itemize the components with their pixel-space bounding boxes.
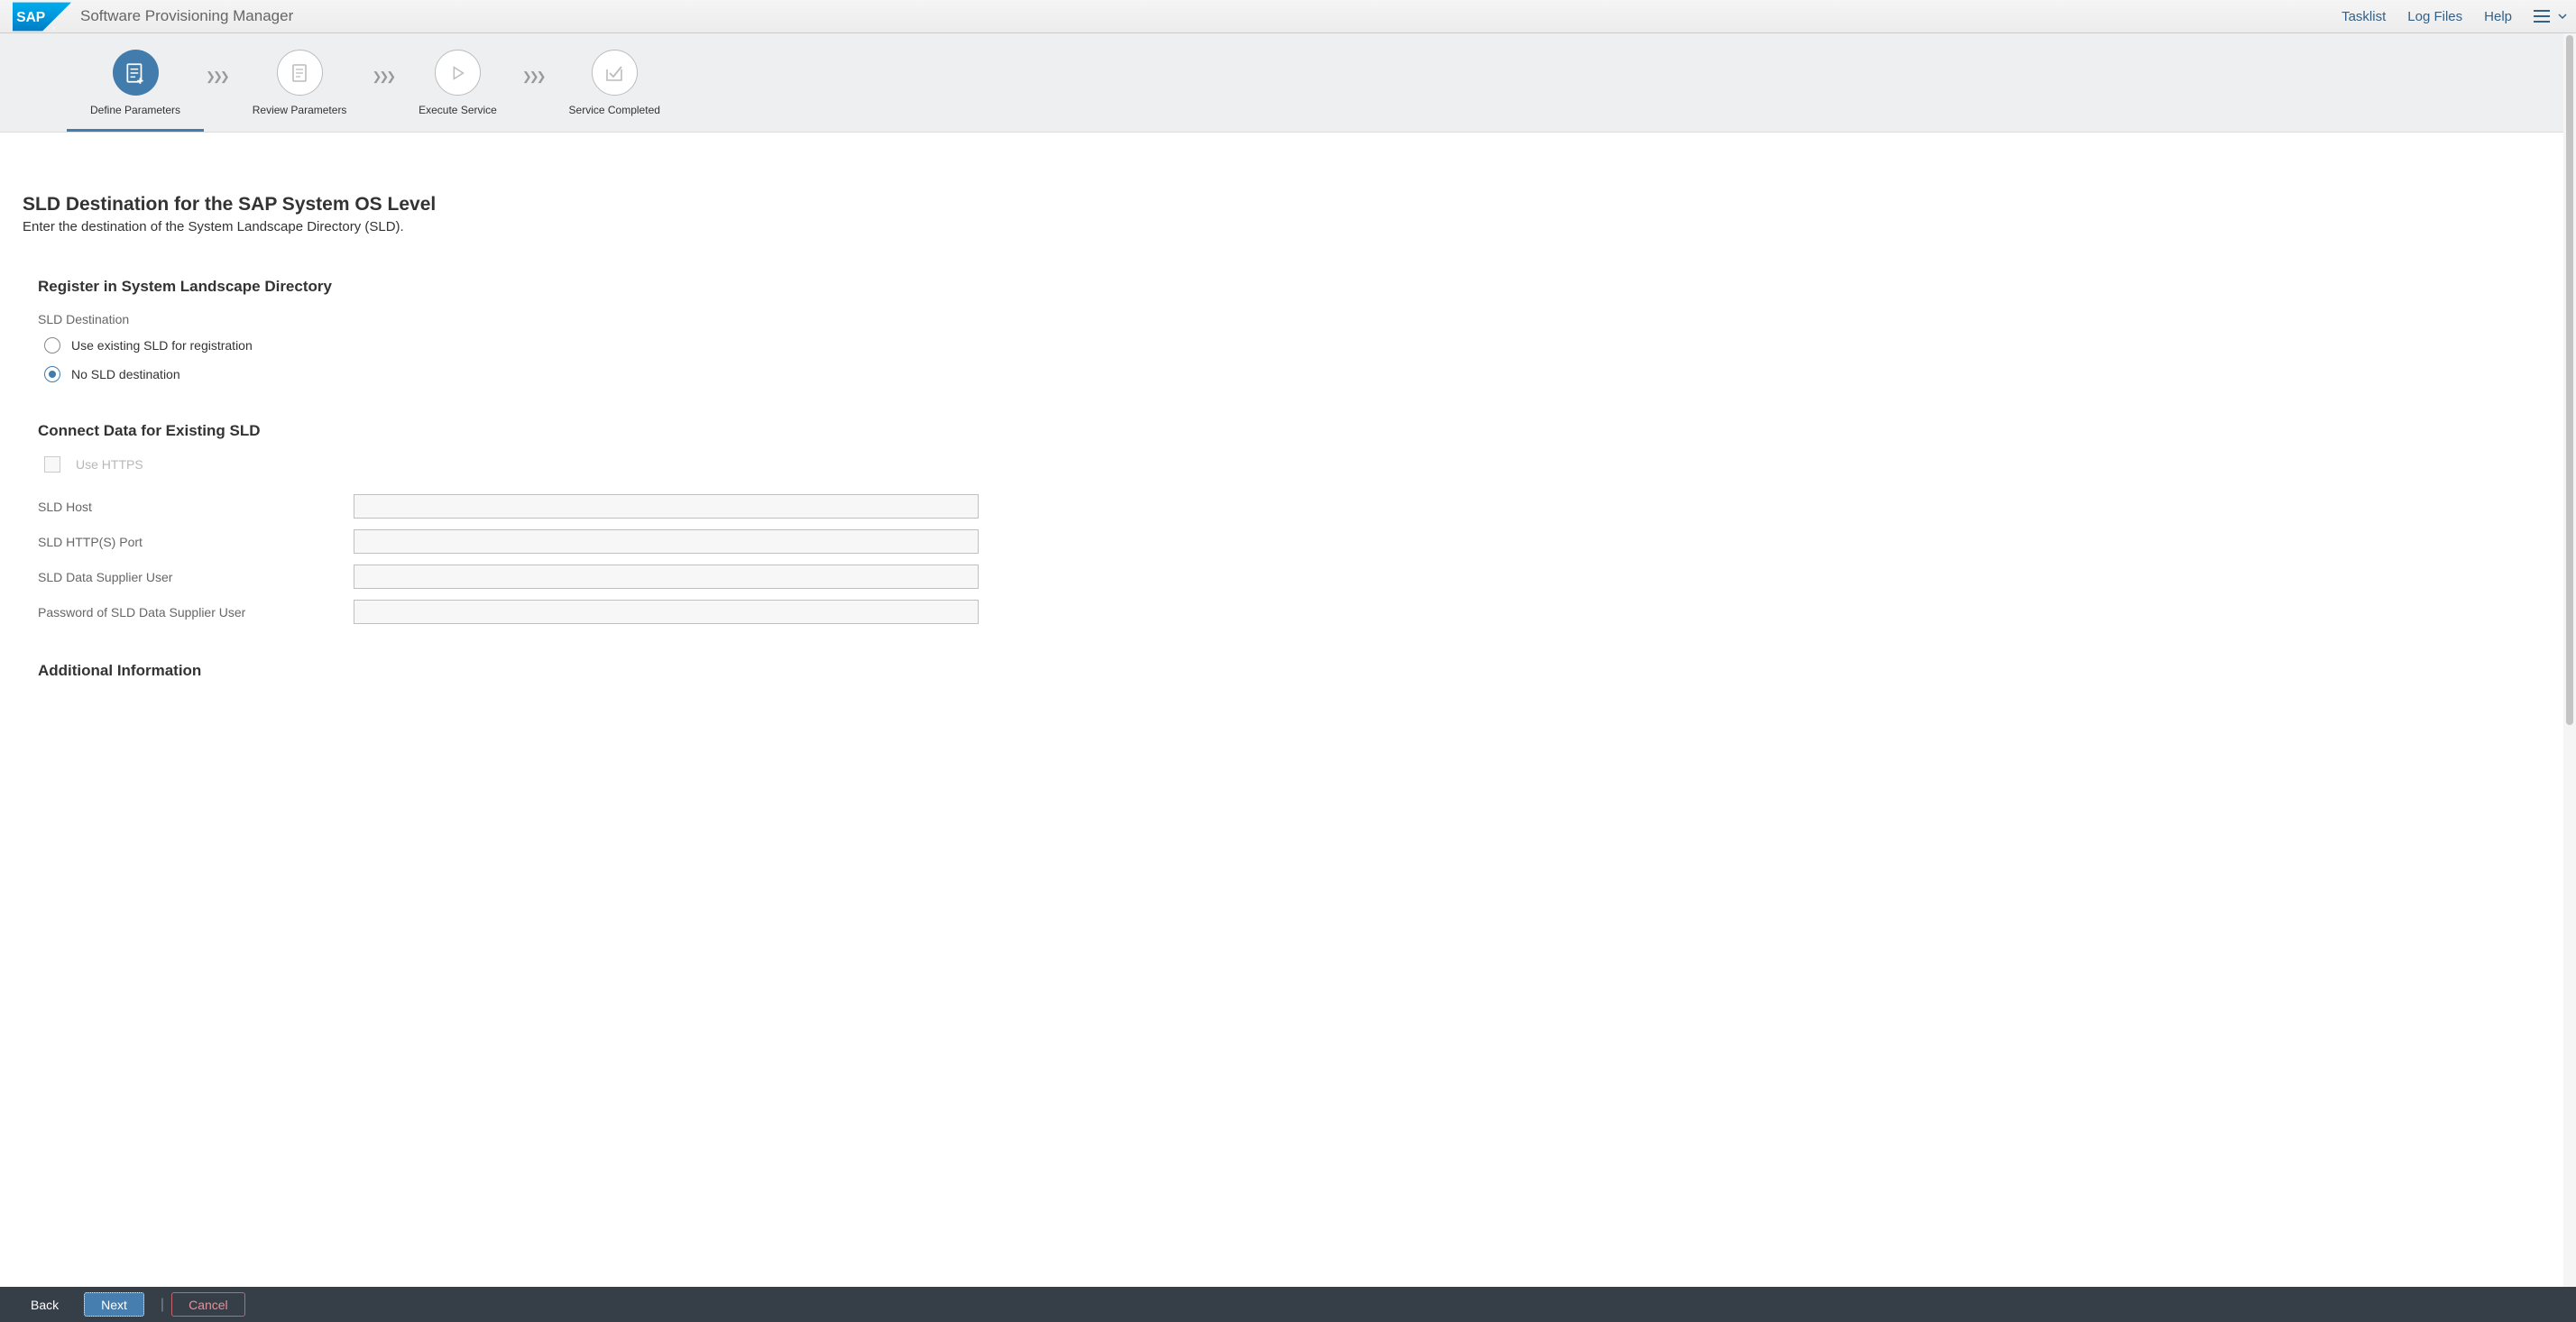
step-define-parameters[interactable]: Define Parameters <box>90 50 180 132</box>
wizard-page: SLD Destination for the SAP System OS Le… <box>0 133 2576 723</box>
step-label: Review Parameters <box>253 104 347 116</box>
sld-host-label: SLD Host <box>38 500 354 514</box>
step-service-completed[interactable]: Service Completed <box>569 50 660 132</box>
step-label: Execute Service <box>419 104 497 116</box>
service-completed-icon <box>592 50 638 96</box>
main-panel: Define Parameters ❯❯❯ Review Parameters … <box>0 33 2576 1287</box>
sld-user-label: SLD Data Supplier User <box>38 570 354 584</box>
wizard-stepper: Define Parameters ❯❯❯ Review Parameters … <box>0 33 2576 133</box>
arrows-icon: ❯❯❯ <box>206 69 227 84</box>
page-subtitle: Enter the destination of the System Land… <box>23 219 2553 234</box>
section-register-sld-title: Register in System Landscape Directory <box>23 278 2553 296</box>
sld-user-input[interactable] <box>354 565 979 589</box>
radio-use-existing-sld[interactable]: Use existing SLD for registration <box>23 337 2553 353</box>
sld-host-input[interactable] <box>354 494 979 519</box>
arrows-icon: ❯❯❯ <box>522 69 544 84</box>
sap-logo: SAP ® <box>13 2 71 32</box>
cancel-button[interactable]: Cancel <box>171 1292 245 1317</box>
radio-icon <box>44 337 60 353</box>
execute-service-icon <box>435 50 481 96</box>
sld-password-label: Password of SLD Data Supplier User <box>38 605 354 620</box>
review-parameters-icon <box>277 50 323 96</box>
log-files-link[interactable]: Log Files <box>2407 9 2462 24</box>
radio-label: No SLD destination <box>71 367 180 381</box>
next-button[interactable]: Next <box>84 1292 144 1317</box>
step-review-parameters[interactable]: Review Parameters <box>253 50 347 132</box>
step-label: Define Parameters <box>90 104 180 116</box>
radio-icon <box>44 366 60 382</box>
back-button[interactable]: Back <box>14 1292 75 1317</box>
step-label: Service Completed <box>569 104 660 116</box>
scrollbar-thumb[interactable] <box>2566 35 2573 725</box>
svg-text:SAP: SAP <box>16 9 45 24</box>
scrollbar[interactable] <box>2563 33 2576 1287</box>
svg-text:®: ® <box>52 24 56 31</box>
help-link[interactable]: Help <box>2484 9 2512 24</box>
app-header: SAP ® Software Provisioning Manager Task… <box>0 0 2576 33</box>
radio-no-sld-destination[interactable]: No SLD destination <box>23 366 2553 382</box>
checkbox-use-https[interactable]: Use HTTPS <box>23 456 2553 473</box>
sld-port-label: SLD HTTP(S) Port <box>38 535 354 549</box>
checkbox-icon <box>44 456 60 473</box>
arrows-icon: ❯❯❯ <box>372 69 393 84</box>
sld-password-input[interactable] <box>354 600 979 624</box>
page-title: SLD Destination for the SAP System OS Le… <box>23 194 2553 216</box>
section-additional-info-title: Additional Information <box>23 662 2553 680</box>
radio-label: Use existing SLD for registration <box>71 338 253 353</box>
separator: | <box>161 1297 164 1313</box>
step-execute-service[interactable]: Execute Service <box>419 50 497 132</box>
chevron-down-icon[interactable] <box>2558 8 2567 24</box>
menu-icon[interactable] <box>2534 10 2550 23</box>
tasklist-link[interactable]: Tasklist <box>2341 9 2386 24</box>
section-connect-data-title: Connect Data for Existing SLD <box>23 422 2553 440</box>
checkbox-label: Use HTTPS <box>76 457 143 472</box>
sld-port-input[interactable] <box>354 529 979 554</box>
app-title: Software Provisioning Manager <box>80 7 293 25</box>
footer-bar: Back Next | Cancel <box>0 1287 2576 1322</box>
sld-destination-label: SLD Destination <box>23 312 2553 326</box>
define-parameters-icon <box>113 50 159 96</box>
